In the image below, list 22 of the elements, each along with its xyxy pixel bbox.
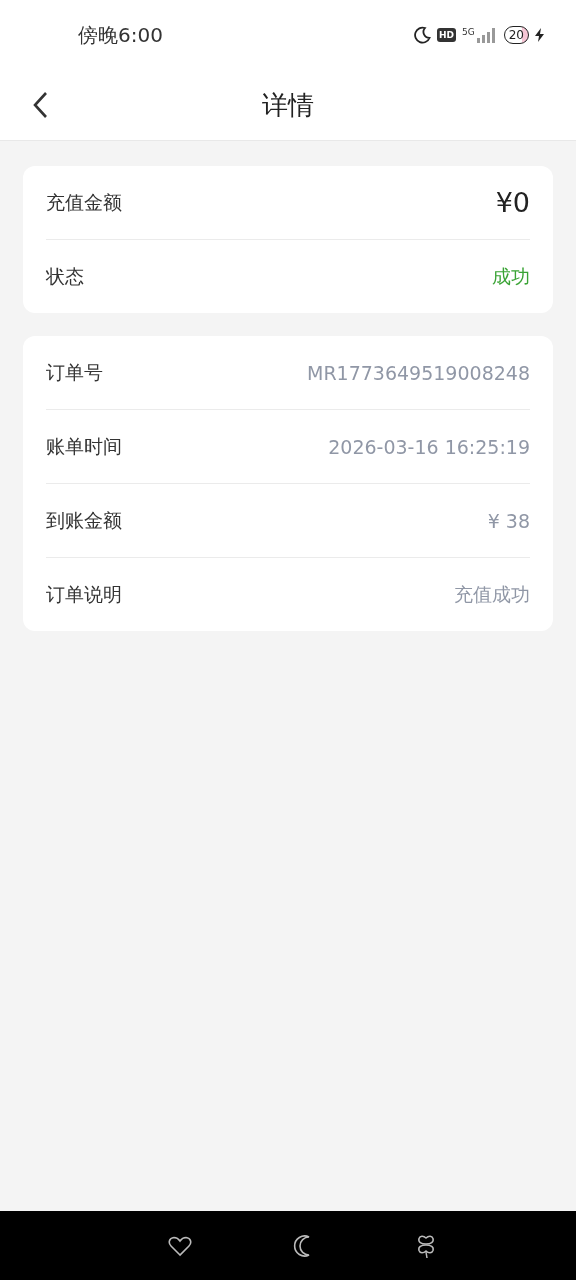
status-time: 傍晚6:00 xyxy=(78,21,163,49)
battery-level: 20 xyxy=(503,26,529,44)
moon-icon xyxy=(413,26,431,44)
charging-icon xyxy=(535,28,544,42)
row-value: 2026-03-16 16:25:19 xyxy=(328,435,530,458)
row-label: 到账金额 xyxy=(46,507,122,533)
network-label: 5G xyxy=(462,27,475,37)
row-label: 订单说明 xyxy=(46,581,122,607)
row-label: 状态 xyxy=(46,263,84,289)
row-label: 账单时间 xyxy=(46,433,122,459)
page-title: 详情 xyxy=(262,88,314,122)
back-icon[interactable] xyxy=(32,91,48,119)
row-value: 充值成功 xyxy=(454,581,530,607)
row-value: ¥0 xyxy=(495,187,530,218)
hd-badge: HD xyxy=(437,28,456,42)
row-value: MR1773649519008248 xyxy=(307,361,530,384)
row-value: ¥ 38 xyxy=(487,509,530,532)
signal-icon xyxy=(475,27,498,43)
row-value: 成功 xyxy=(492,263,530,289)
heart-icon[interactable] xyxy=(168,1234,192,1257)
row-label: 充值金额 xyxy=(46,189,122,215)
row-label: 订单号 xyxy=(46,359,103,385)
